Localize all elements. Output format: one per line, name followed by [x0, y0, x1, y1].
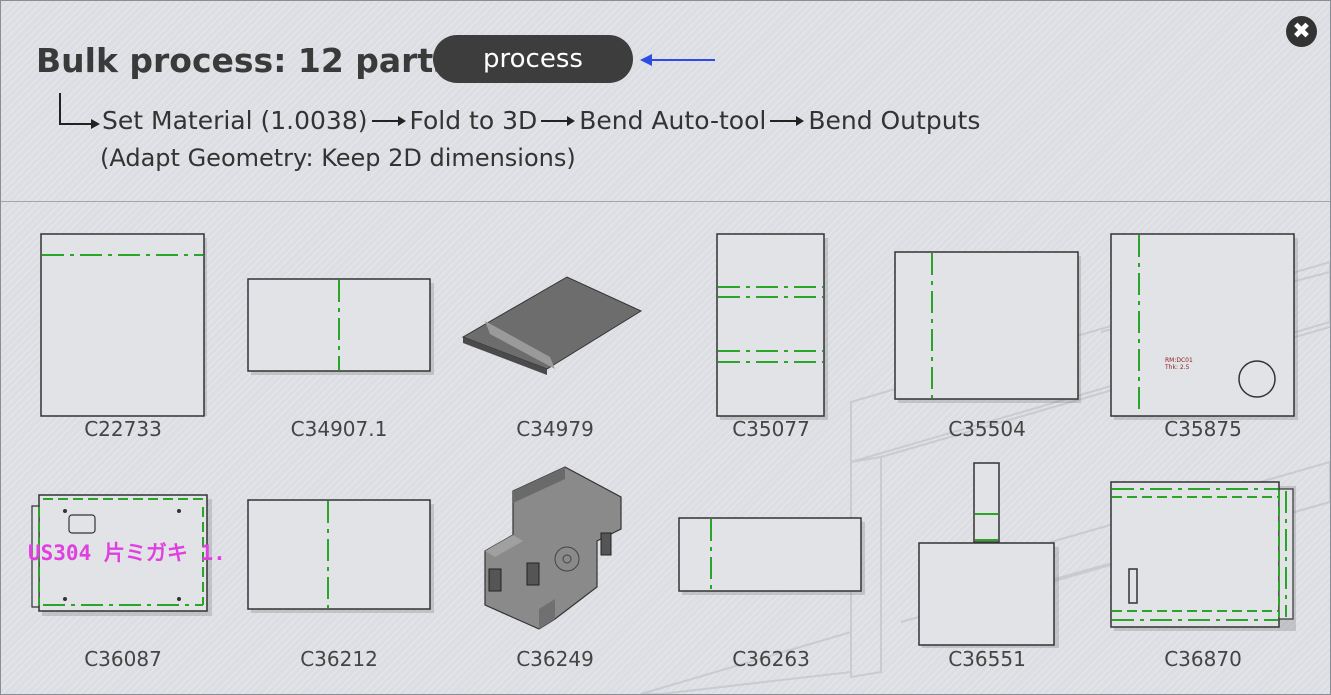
part-name: C36087: [84, 647, 162, 671]
process-button[interactable]: process: [433, 35, 633, 83]
part-name: C35875: [1164, 417, 1242, 441]
flat-sheet-icon: [1110, 481, 1296, 631]
flat-sheet-icon: [247, 499, 434, 613]
flat-sheet-icon: [678, 517, 865, 595]
folded-3d-part-icon: [484, 466, 622, 630]
arrow-right-icon: [541, 115, 576, 126]
flat-sheet-icon: RM:DC01 Thk: 2.5: [1110, 233, 1298, 420]
flat-sheet-icon: [716, 233, 828, 420]
engraving-text: Thk: 2.5: [1164, 364, 1190, 371]
bulk-process-dialog: Bulk process: 12 parts process ✖ Set Mat…: [0, 0, 1331, 695]
part-tile[interactable]: C35077: [671, 229, 871, 449]
step-label: Set Material (1.0038): [102, 106, 368, 135]
flat-sheet-icon: [247, 278, 434, 375]
step-label: Bend Auto-tool: [579, 106, 767, 135]
part-tile[interactable]: C36870: [1103, 459, 1303, 679]
arrow-right-icon: [371, 115, 406, 126]
part-name: C36551: [948, 647, 1026, 671]
adapt-geometry-note: (Adapt Geometry: Keep 2D dimensions): [100, 144, 576, 172]
elbow-arrow-icon: [59, 93, 100, 129]
page-title: Bulk process: 12 parts: [36, 41, 453, 80]
flat-sheet-icon: [894, 251, 1081, 403]
part-tile[interactable]: C22733: [23, 229, 223, 449]
arrow-right-icon: [770, 115, 805, 126]
close-icon[interactable]: ✖: [1286, 16, 1317, 47]
part-name: C22733: [84, 417, 162, 441]
part-name: C35077: [732, 417, 810, 441]
step-label: Bend Outputs: [808, 106, 981, 135]
header-panel: Bulk process: 12 parts process ✖ Set Mat…: [1, 1, 1330, 201]
part-tile[interactable]: C34979: [455, 229, 655, 449]
pointer-arrow-icon: [640, 54, 715, 66]
part-tile[interactable]: C36212: [239, 459, 439, 679]
part-name: C34907.1: [290, 417, 388, 441]
part-tile[interactable]: C36249: [455, 459, 655, 679]
material-marking-text: US304 片ミガキ 1.5: [28, 541, 223, 565]
part-name: C36870: [1164, 647, 1242, 671]
part-tile[interactable]: RM:DC01 Thk: 2.5 C35875: [1103, 229, 1303, 449]
part-tile[interactable]: C36551: [887, 459, 1087, 679]
engraving-text: RM:DC01: [1165, 357, 1193, 364]
part-name: C36263: [732, 647, 810, 671]
folded-3d-part-icon: [461, 276, 643, 375]
part-name: C35504: [948, 417, 1026, 441]
flat-sheet-icon: US304 片ミガキ 1.5: [28, 494, 223, 616]
header-divider: [1, 201, 1330, 202]
part-name: C36212: [300, 647, 378, 671]
part-name: C36249: [516, 647, 594, 671]
flat-sheet-icon: [40, 233, 207, 417]
part-tile[interactable]: C34907.1: [239, 229, 439, 449]
part-name: C34979: [516, 417, 594, 441]
flat-sheet-icon: [918, 462, 1059, 648]
part-tile[interactable]: US304 片ミガキ 1.5 C36087: [23, 459, 223, 679]
process-steps: Set Material (1.0038) Fold to 3D Bend Au…: [102, 106, 980, 135]
step-label: Fold to 3D: [409, 106, 538, 135]
part-tile[interactable]: C35504: [887, 229, 1087, 449]
part-tile[interactable]: C36263: [671, 459, 871, 679]
